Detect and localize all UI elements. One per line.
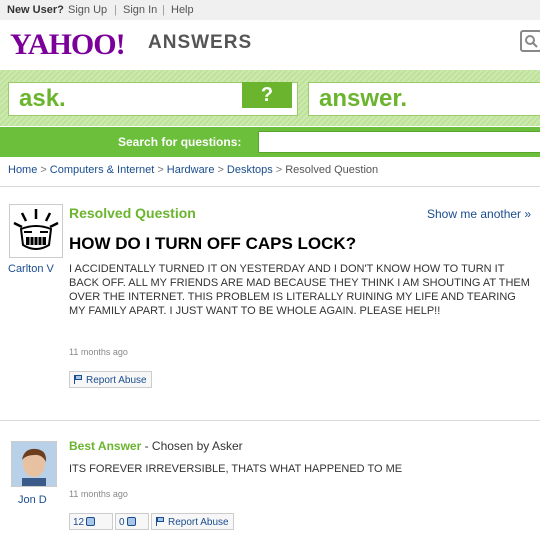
breadcrumb-computers-internet[interactable]: Computers & Internet	[50, 164, 155, 176]
person-avatar-icon	[12, 442, 56, 486]
help-link[interactable]: Help	[171, 4, 194, 16]
answerer-name[interactable]: Jon D	[18, 494, 47, 506]
sign-in-link[interactable]: Sign In	[123, 4, 157, 16]
show-another-link[interactable]: Show me another »	[427, 207, 531, 221]
report-abuse-label: Report Abuse	[86, 375, 147, 386]
question-body: I ACCIDENTALLY TURNED IT ON YESTERDAY AN…	[69, 263, 530, 317]
flag-icon	[156, 517, 165, 526]
site-header: YAHOO! ANSWERS	[0, 20, 540, 70]
answer-button[interactable]: answer.	[308, 82, 540, 116]
asker-avatar[interactable]	[9, 204, 63, 258]
breadcrumb-hardware[interactable]: Hardware	[167, 164, 215, 176]
answer-label: answer.	[319, 85, 408, 112]
answer-report-abuse-label: Report Abuse	[168, 517, 229, 528]
answer-report-abuse-button[interactable]: Report Abuse	[151, 513, 234, 530]
search-bar: Search for questions:	[0, 127, 540, 157]
thumbs-down-button[interactable]: 0	[115, 513, 149, 530]
sun-face-icon	[13, 209, 59, 250]
search-label: Search for questions:	[118, 135, 242, 149]
thumbs-down-count: 0	[119, 517, 125, 528]
question-timestamp: 11 months ago	[69, 347, 128, 357]
best-answer-heading: Best Answer - Chosen by Asker	[69, 439, 243, 453]
breadcrumb-desktops[interactable]: Desktops	[227, 164, 273, 176]
breadcrumb-current: Resolved Question	[285, 164, 379, 176]
question-mark-icon[interactable]: ?	[242, 82, 292, 108]
best-answer-label: Best Answer	[69, 439, 142, 453]
question-status: Resolved Question	[69, 205, 196, 221]
answer-timestamp: 11 months ago	[69, 489, 128, 499]
breadcrumb-separator: >	[217, 164, 224, 176]
new-user-label: New User?	[7, 4, 64, 16]
search-icon[interactable]	[520, 30, 540, 52]
search-input[interactable]	[258, 131, 540, 153]
topbar-separator: |	[114, 4, 117, 16]
answer-body: ITS FOREVER IRREVERSIBLE, THATS WHAT HAP…	[69, 463, 403, 475]
breadcrumb-home[interactable]: Home	[8, 164, 37, 176]
thumbs-up-button[interactable]: 12	[69, 513, 113, 530]
report-abuse-button[interactable]: Report Abuse	[69, 371, 152, 388]
breadcrumb-separator: >	[275, 164, 283, 176]
breadcrumb-separator: >	[40, 164, 47, 176]
thumbs-down-icon	[126, 517, 136, 526]
top-nav-bar: New User? Sign Up | Sign In | Help	[0, 0, 540, 20]
flag-icon	[74, 375, 83, 384]
ask-label: ask.	[19, 85, 66, 112]
divider	[0, 420, 540, 421]
chosen-by-label: - Chosen by Asker	[141, 439, 243, 453]
answerer-avatar[interactable]	[11, 441, 57, 487]
sign-up-link[interactable]: Sign Up	[68, 4, 107, 16]
yahoo-logo[interactable]: YAHOO!	[10, 28, 126, 62]
topbar-separator: |	[162, 4, 165, 16]
breadcrumb: Home > Computers & Internet > Hardware > Deskt…	[8, 164, 378, 176]
thumbs-up-count: 12	[73, 517, 85, 528]
question-title: HOW DO I TURN OFF CAPS LOCK?	[69, 234, 357, 253]
answers-wordmark: ANSWERS	[148, 32, 253, 53]
asker-name[interactable]: Carlton V	[8, 263, 54, 275]
divider	[0, 186, 540, 187]
breadcrumb-separator: >	[157, 164, 164, 176]
thumbs-up-icon	[86, 517, 96, 526]
